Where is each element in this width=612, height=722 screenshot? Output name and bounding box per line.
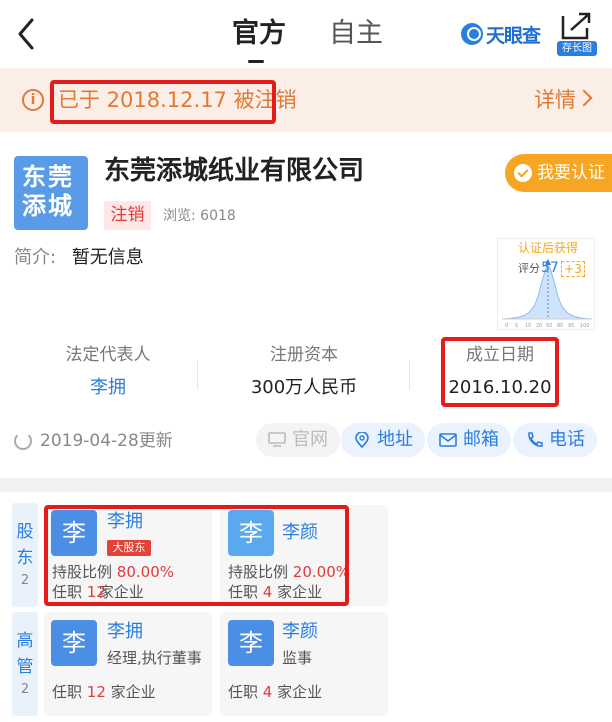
executive-name[interactable]: 李拥 — [107, 620, 143, 644]
score-axis-tick-7: 100 — [580, 323, 590, 329]
highlight-box-founded-date — [441, 337, 559, 407]
phone-label: 电话 — [549, 429, 585, 450]
update-time: 2019-04-28更新 — [14, 428, 173, 454]
positions-suffix: 家企业 — [277, 683, 323, 701]
positions-number: 12 — [86, 683, 106, 701]
status-badge: 注销 — [104, 201, 151, 230]
executives-label-char1: 高 — [16, 631, 34, 651]
executive-role: 监事 — [282, 649, 313, 667]
website-label: 官网 — [292, 429, 328, 450]
score-axis-tick-0: 0 — [505, 323, 508, 329]
score-label: 评分 — [518, 262, 540, 275]
positions-number: 4 — [262, 683, 273, 701]
update-time-text: 2019-04-28更新 — [40, 431, 173, 451]
positions-prefix: 任职 — [228, 683, 259, 701]
save-long-image-button[interactable]: 存长图 — [557, 10, 597, 56]
score-bonus: +3 — [561, 261, 585, 277]
executives-label[interactable]: 高 管 2 — [12, 612, 38, 716]
avatar: 李 — [51, 620, 97, 666]
legal-rep-link[interactable]: 李拥 — [56, 375, 160, 401]
save-long-image-label: 存长图 — [557, 41, 597, 56]
export-icon — [561, 12, 591, 40]
legal-rep-label: 法定代表人 — [65, 345, 151, 365]
legal-representative: 法定代表人 李拥 — [56, 343, 160, 401]
company-logo: 东莞 添城 — [14, 156, 88, 230]
checkmark-icon — [514, 164, 532, 182]
brand-logo: 天眼查 — [461, 20, 541, 48]
positions-suffix: 家企业 — [110, 683, 156, 701]
location-pin-icon — [355, 432, 369, 448]
executives-label-char2: 管 — [16, 657, 34, 677]
shareholders-label-char2: 东 — [16, 548, 34, 568]
shareholders-label[interactable]: 股 东 2 — [12, 503, 38, 607]
address-button[interactable]: 地址 — [341, 423, 425, 457]
email-label: 邮箱 — [463, 429, 499, 450]
tab-self-label: 自主 — [329, 18, 383, 49]
score-axis-tick-1: 5 — [515, 323, 518, 329]
divider — [409, 360, 410, 390]
positions-count[interactable]: 任职 4 家企业 — [228, 682, 322, 702]
back-arrow-icon[interactable] — [12, 14, 44, 54]
capital-value: 300万人民币 — [250, 377, 358, 398]
refresh-icon — [14, 432, 32, 450]
shareholders-label-char1: 股 — [16, 522, 34, 542]
phone-icon — [528, 432, 543, 447]
highlight-box-shareholders — [44, 505, 349, 606]
intro-value: 暂无信息 — [71, 247, 144, 268]
executive-name[interactable]: 李颜 — [282, 620, 318, 644]
positions-prefix: 任职 — [52, 683, 83, 701]
score-axis-tick-3: 20 — [536, 323, 542, 329]
score-axis-tick-6: 95 — [568, 323, 574, 329]
tab-official[interactable]: 官方 — [232, 14, 286, 63]
company-intro: 简介: 暂无信息 — [14, 245, 144, 271]
active-tab-indicator — [248, 60, 264, 63]
divider — [197, 360, 198, 390]
company-name: 东莞添城纸业有限公司 — [104, 156, 365, 186]
brand-name: 天眼查 — [486, 24, 541, 47]
phone-button[interactable]: 电话 — [513, 423, 597, 457]
score-title: 认证后获得 — [518, 241, 579, 255]
email-button[interactable]: 邮箱 — [427, 423, 511, 457]
score-value: 57 — [541, 260, 559, 276]
website-button[interactable]: 官网 — [256, 423, 340, 457]
capital-label: 注册资本 — [270, 345, 338, 365]
notice-detail-link[interactable]: 详情 — [534, 86, 576, 114]
positions-count[interactable]: 任职 12 家企业 — [52, 682, 156, 702]
info-icon: i — [22, 89, 44, 111]
tab-official-label: 官方 — [232, 18, 286, 49]
executives-count: 2 — [20, 682, 30, 697]
score-axis-tick-5: 80 — [557, 323, 563, 329]
shareholders-count: 2 — [20, 573, 30, 588]
tab-self[interactable]: 自主 — [329, 14, 383, 54]
avatar: 李 — [228, 620, 274, 666]
monitor-icon — [268, 432, 286, 447]
address-label: 地址 — [377, 429, 413, 450]
mail-icon — [439, 433, 457, 447]
score-axis-tick-4: 50 — [546, 323, 552, 329]
registered-capital: 注册资本 300万人民币 — [238, 343, 370, 401]
intro-label: 简介: — [14, 247, 57, 268]
view-count: 浏览: 6018 — [163, 208, 236, 224]
executive-role: 经理,执行董事 — [107, 649, 202, 667]
highlight-box-cancellation — [50, 80, 276, 124]
company-logo-line1: 东莞 — [22, 163, 74, 191]
score-axis-tick-2: 10 — [525, 323, 531, 329]
company-logo-line2: 添城 — [22, 192, 74, 220]
brand-mark-icon — [461, 23, 483, 45]
